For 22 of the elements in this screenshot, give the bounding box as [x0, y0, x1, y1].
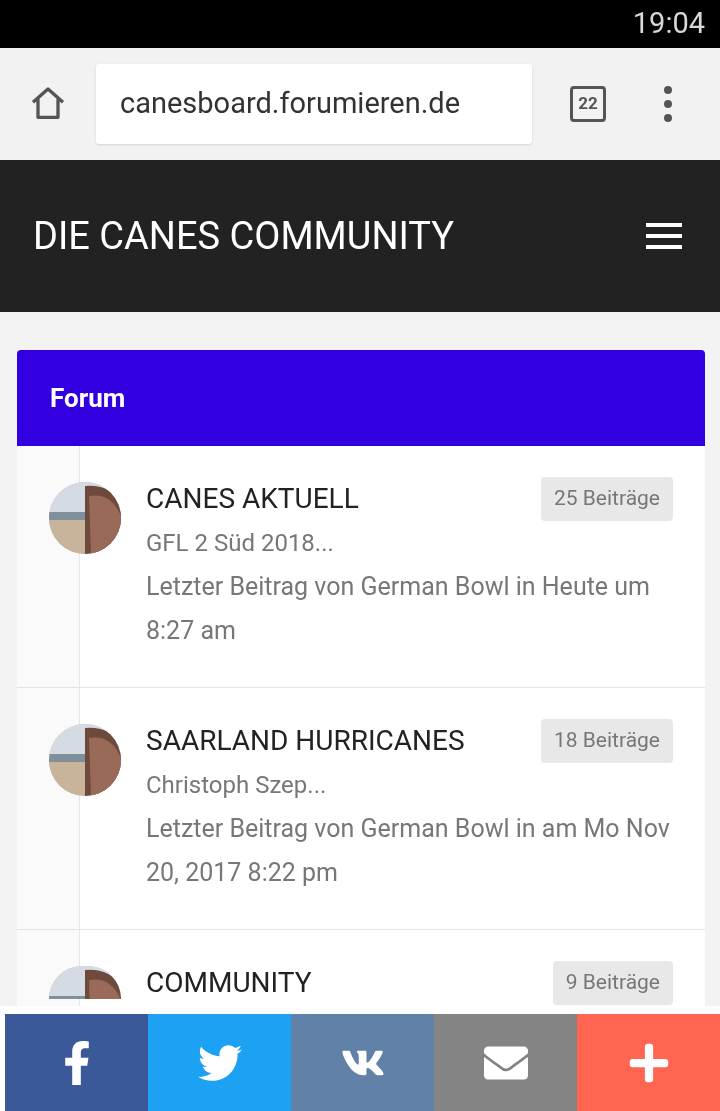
share-button[interactable]: [148, 1014, 291, 1111]
last-topic[interactable]: Christoph Szep...: [146, 763, 673, 807]
last-post-info: Letzter Beitrag von German Bowl in Heute um 8:27 am: [146, 571, 651, 647]
status-time: 19:04: [632, 5, 705, 43]
post-count-badge: 25 Beiträge: [540, 477, 673, 521]
more-options-icon[interactable]: [664, 86, 672, 122]
post-count-badge: 18 Beiträge: [540, 719, 673, 763]
last-post-info: Letzter Beitrag von German Bowl in am Mo Nov 20, 2017 8:22 pm: [146, 813, 671, 889]
post-count-badge: 9 Beiträge: [552, 961, 673, 1005]
forum-heading: Forum: [50, 381, 126, 415]
share-button[interactable]: [577, 1014, 720, 1111]
url-field[interactable]: canesboard.forumieren.de: [96, 64, 532, 144]
forum-title[interactable]: CANES AKTUELL: [146, 477, 359, 521]
tab-count-button[interactable]: 22: [570, 86, 606, 122]
site-title: DIE CANES COMMUNITY: [33, 212, 455, 260]
menu-icon[interactable]: [646, 223, 682, 249]
forum-title[interactable]: COMMUNITY: [146, 961, 312, 1005]
share-button[interactable]: [291, 1014, 434, 1111]
last-topic[interactable]: GFL 2 Süd 2018...: [146, 521, 673, 565]
share-button[interactable]: [434, 1014, 577, 1111]
forum-title[interactable]: SAARLAND HURRICANES: [146, 719, 465, 763]
share-button[interactable]: [5, 1014, 148, 1111]
